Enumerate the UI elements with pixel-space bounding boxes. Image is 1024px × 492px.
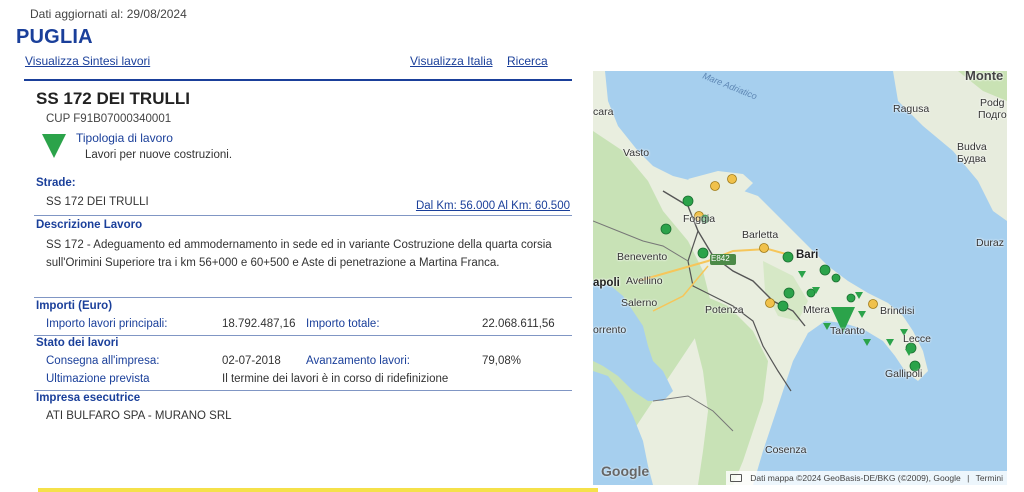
map-attribution: Dati mappa ©2024 GeoBasis-DE/BKG (©2009)…	[725, 471, 1007, 485]
project-title: SS 172 DEI TRULLI	[36, 89, 190, 108]
green-triangle-marker	[858, 311, 866, 318]
map-label-potenza: Potenza	[705, 304, 744, 316]
importo-totale-value: 22.068.611,56	[482, 318, 555, 330]
keyboard-icon[interactable]	[729, 474, 742, 482]
impresa-heading: Impresa esecutrice	[36, 392, 141, 404]
map-label-podg: Podg	[980, 97, 1005, 109]
importo-totale-label: Importo totale:	[306, 318, 380, 330]
google-logo: Google	[601, 463, 650, 479]
map-label-budva-cyr: Будва	[957, 153, 986, 165]
green-marker	[819, 264, 831, 276]
map-label-brindisi: Brindisi	[880, 305, 915, 317]
divider	[34, 390, 572, 391]
divider	[34, 215, 572, 216]
avanzamento-label: Avanzamento lavori:	[306, 355, 410, 367]
map-label-cara: cara	[593, 106, 614, 118]
importo-principali-label: Importo lavori principali:	[46, 318, 168, 330]
importo-principali-value: 18.792.487,16	[222, 318, 296, 330]
visualizza-italia-link[interactable]: Visualizza Italia	[410, 54, 493, 68]
km-range-link[interactable]: Dal Km: 56.000 Al Km: 60.500	[416, 200, 570, 212]
strade-heading: Strade:	[36, 177, 76, 189]
green-marker	[846, 293, 856, 303]
divider	[34, 297, 572, 298]
green-marker	[806, 288, 816, 298]
map-terms-link[interactable]: Termini	[976, 473, 1003, 483]
stato-heading: Stato dei lavori	[36, 337, 119, 349]
map-label-budva: Budva	[957, 141, 987, 153]
map-label-cosenza: Cosenza	[765, 444, 807, 456]
map-label-napoli: apoli	[593, 277, 620, 289]
map-label-taranto: Taranto	[830, 325, 866, 337]
green-triangle-marker	[855, 292, 863, 299]
map-view[interactable]: Mare Adriatico Monte cara Ragusa Podg По…	[593, 71, 1007, 485]
tipologia-label: Tipologia di lavoro	[76, 131, 173, 145]
map-label-barletta: Barletta	[742, 229, 779, 241]
map-label-e842: E842	[711, 254, 730, 263]
ricerca-link[interactable]: Ricerca	[507, 54, 548, 68]
ultimazione-value: Il termine dei lavori è in corso di ride…	[222, 373, 449, 385]
sintesi-lavori-link[interactable]: Visualizza Sintesi lavori	[25, 54, 150, 68]
region-title: PUGLIA	[16, 26, 93, 48]
map-label-gallipoli: Gallipoli	[885, 368, 923, 380]
updated-date: Dati aggiornati al: 29/08/2024	[30, 7, 187, 21]
descrizione-heading: Descrizione Lavoro	[36, 219, 143, 231]
map-label-avellino: Avellino	[626, 275, 663, 287]
map-label-foggia: Foggia	[683, 213, 716, 225]
map-label-bari: Bari	[796, 249, 819, 261]
yellow-marker	[759, 243, 769, 253]
green-marker	[777, 300, 789, 312]
bottom-accent-bar	[38, 488, 598, 492]
map-label-lecce: Lecce	[903, 333, 932, 345]
green-marker	[831, 273, 841, 283]
map-label-sorrento: orrento	[593, 324, 627, 336]
project-detail-panel: SS 172 DEI TRULLI CUP F91B07000340001 Ti…	[24, 79, 572, 424]
cup-code: CUP F91B07000340001	[46, 113, 172, 125]
avanzamento-value: 79,08%	[482, 355, 522, 367]
green-marker	[660, 223, 672, 235]
consegna-value: 02-07-2018	[222, 355, 281, 367]
strade-value: SS 172 DEI TRULLI	[46, 196, 149, 208]
green-triangle-marker	[886, 339, 894, 346]
yellow-marker	[868, 299, 878, 309]
green-marker	[783, 287, 795, 299]
map-label-vasto: Vasto	[623, 147, 650, 159]
green-triangle-marker	[863, 339, 871, 346]
green-triangle-marker	[798, 271, 806, 278]
importi-heading: Importi (Euro)	[36, 300, 113, 312]
map-label-durazzo: Duraz	[976, 237, 1005, 249]
yellow-marker	[710, 181, 720, 191]
green-triangle-icon	[42, 134, 66, 158]
descrizione-text: SS 172 - Adeguamento ed ammodernamento i…	[46, 239, 552, 269]
yellow-marker	[727, 174, 737, 184]
green-marker	[697, 247, 709, 259]
impresa-value: ATI BULFARO SPA - MURANO SRL	[46, 410, 232, 422]
map-label-montenegro: Monte	[965, 71, 1004, 83]
tipologia-value: Lavori per nuove costruzioni.	[85, 149, 233, 161]
consegna-label: Consegna all'impresa:	[46, 355, 160, 367]
ultimazione-label: Ultimazione prevista	[46, 373, 150, 385]
map-attribution-separator: |	[967, 473, 970, 483]
map-label-benevento: Benevento	[617, 251, 668, 263]
divider	[34, 335, 572, 336]
yellow-marker	[765, 298, 775, 308]
map-label-podg-cyr: Подго	[978, 109, 1007, 121]
green-marker	[782, 251, 794, 263]
green-marker	[682, 195, 694, 207]
map-label-ragusa: Ragusa	[893, 103, 930, 115]
map-attribution-text: Dati mappa ©2024 GeoBasis-DE/BKG (©2009)…	[750, 473, 961, 483]
map-label-matera: Mtera	[803, 304, 830, 316]
map-label-salerno: Salerno	[621, 297, 658, 309]
